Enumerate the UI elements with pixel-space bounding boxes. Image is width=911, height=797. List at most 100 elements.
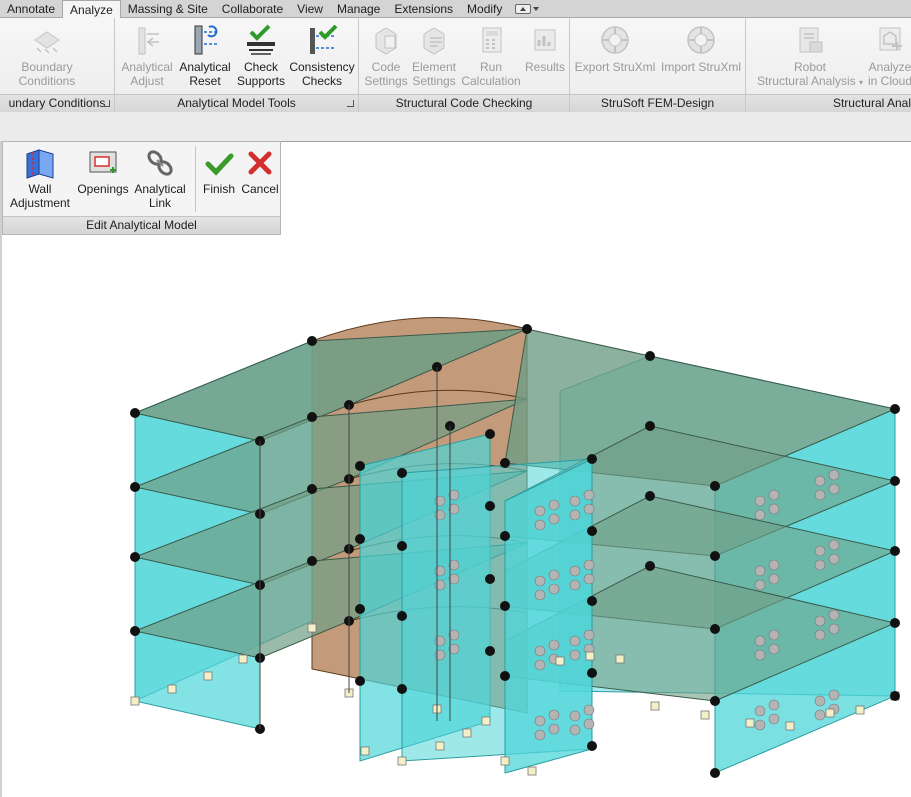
wall-opening[interactable] — [828, 469, 840, 481]
wall-opening[interactable] — [534, 729, 546, 741]
wall-opening[interactable] — [548, 723, 560, 735]
tab-modify[interactable]: Modify — [460, 0, 509, 17]
analytical-node[interactable] — [890, 404, 900, 414]
analytical-node[interactable] — [710, 624, 720, 634]
support-marker[interactable] — [130, 696, 140, 706]
wall-opening[interactable] — [583, 718, 595, 730]
tab-manage[interactable]: Manage — [330, 0, 387, 17]
analytical-node[interactable] — [890, 476, 900, 486]
analytical-link-button[interactable]: Analytical Link — [129, 146, 191, 216]
wall-opening[interactable] — [569, 649, 581, 661]
wall-opening[interactable] — [548, 639, 560, 651]
boundary-conditions-button[interactable]: Boundary Conditions — [12, 22, 82, 92]
analytical-node[interactable] — [397, 468, 407, 478]
analytical-node[interactable] — [500, 671, 510, 681]
check-supports-button[interactable]: Check Supports — [231, 22, 291, 92]
import-struxml-button[interactable]: Import StruXml — [658, 22, 744, 92]
wall-opening[interactable] — [583, 704, 595, 716]
support-marker[interactable] — [307, 623, 317, 633]
wall-opening[interactable] — [583, 503, 595, 515]
analytical-reset-button[interactable]: Analytical Reset — [175, 22, 235, 92]
wall-opening[interactable] — [814, 489, 826, 501]
analytical-node[interactable] — [890, 691, 900, 701]
wall-opening[interactable] — [548, 583, 560, 595]
support-marker[interactable] — [700, 710, 710, 720]
wall-opening[interactable] — [814, 475, 826, 487]
support-marker[interactable] — [650, 701, 660, 711]
support-marker[interactable] — [203, 671, 213, 681]
tab-collaborate[interactable]: Collaborate — [215, 0, 290, 17]
run-calculation-button[interactable]: Run Calculation — [459, 22, 523, 92]
wall-adjustment-button[interactable]: Wall Adjustment — [5, 146, 75, 216]
analytical-node[interactable] — [355, 534, 365, 544]
wall-opening[interactable] — [569, 724, 581, 736]
wall-opening[interactable] — [548, 513, 560, 525]
wall-opening[interactable] — [754, 565, 766, 577]
analytical-node[interactable] — [522, 324, 532, 334]
wall-opening[interactable] — [768, 559, 780, 571]
wall-opening[interactable] — [768, 489, 780, 501]
wall-opening[interactable] — [583, 573, 595, 585]
support-marker[interactable] — [855, 705, 865, 715]
wall-opening[interactable] — [569, 495, 581, 507]
analytical-node[interactable] — [130, 552, 140, 562]
support-marker[interactable] — [360, 746, 370, 756]
analytical-node[interactable] — [397, 541, 407, 551]
finish-button[interactable]: Finish — [199, 146, 239, 216]
wall-opening[interactable] — [754, 579, 766, 591]
analytical-node[interactable] — [307, 556, 317, 566]
analytical-node[interactable] — [130, 408, 140, 418]
tab-annotate[interactable]: Annotate — [0, 0, 62, 17]
openings-button[interactable]: Openings — [73, 146, 133, 216]
analytical-node[interactable] — [500, 458, 510, 468]
wall-opening[interactable] — [534, 715, 546, 727]
wall-opening[interactable] — [768, 629, 780, 641]
wall-opening[interactable] — [814, 709, 826, 721]
ribbon-minimize-toggle[interactable] — [509, 0, 545, 17]
wall-opening[interactable] — [814, 545, 826, 557]
analytical-node[interactable] — [130, 626, 140, 636]
wall-opening[interactable] — [569, 509, 581, 521]
wall-opening[interactable] — [828, 553, 840, 565]
wall-opening[interactable] — [548, 709, 560, 721]
wall-opening[interactable] — [768, 503, 780, 515]
wall-opening[interactable] — [814, 629, 826, 641]
support-marker[interactable] — [397, 756, 407, 766]
dialog-launcher-icon[interactable] — [103, 100, 110, 107]
analytical-node[interactable] — [397, 611, 407, 621]
analytical-node[interactable] — [710, 768, 720, 778]
analytical-node[interactable] — [485, 429, 495, 439]
wall-opening[interactable] — [534, 659, 546, 671]
wall-opening[interactable] — [548, 499, 560, 511]
wall-opening[interactable] — [583, 629, 595, 641]
analytical-node[interactable] — [307, 336, 317, 346]
support-marker[interactable] — [435, 741, 445, 751]
analytical-node[interactable] — [587, 668, 597, 678]
wall-opening[interactable] — [754, 719, 766, 731]
wall-opening[interactable] — [754, 705, 766, 717]
tab-view[interactable]: View — [290, 0, 330, 17]
analytical-node[interactable] — [485, 501, 495, 511]
support-marker[interactable] — [527, 766, 537, 776]
dialog-launcher-icon[interactable] — [347, 100, 354, 107]
tab-analyze[interactable]: Analyze — [62, 0, 121, 19]
analytical-node[interactable] — [500, 601, 510, 611]
analytical-node[interactable] — [485, 574, 495, 584]
analytical-model-3d-view[interactable] — [0, 142, 911, 797]
wall-opening[interactable] — [828, 609, 840, 621]
wall-opening[interactable] — [583, 559, 595, 571]
wall-opening[interactable] — [828, 689, 840, 701]
wall-opening[interactable] — [534, 589, 546, 601]
wall-opening[interactable] — [569, 565, 581, 577]
tab-massing-site[interactable]: Massing & Site — [121, 0, 215, 17]
analytical-node[interactable] — [710, 481, 720, 491]
analytical-node[interactable] — [587, 741, 597, 751]
wall-opening[interactable] — [828, 623, 840, 635]
wall-opening[interactable] — [768, 573, 780, 585]
support-marker[interactable] — [555, 656, 565, 666]
support-marker[interactable] — [615, 654, 625, 664]
wall-opening[interactable] — [569, 635, 581, 647]
support-marker[interactable] — [481, 716, 491, 726]
support-marker[interactable] — [745, 718, 755, 728]
analytical-node[interactable] — [485, 646, 495, 656]
